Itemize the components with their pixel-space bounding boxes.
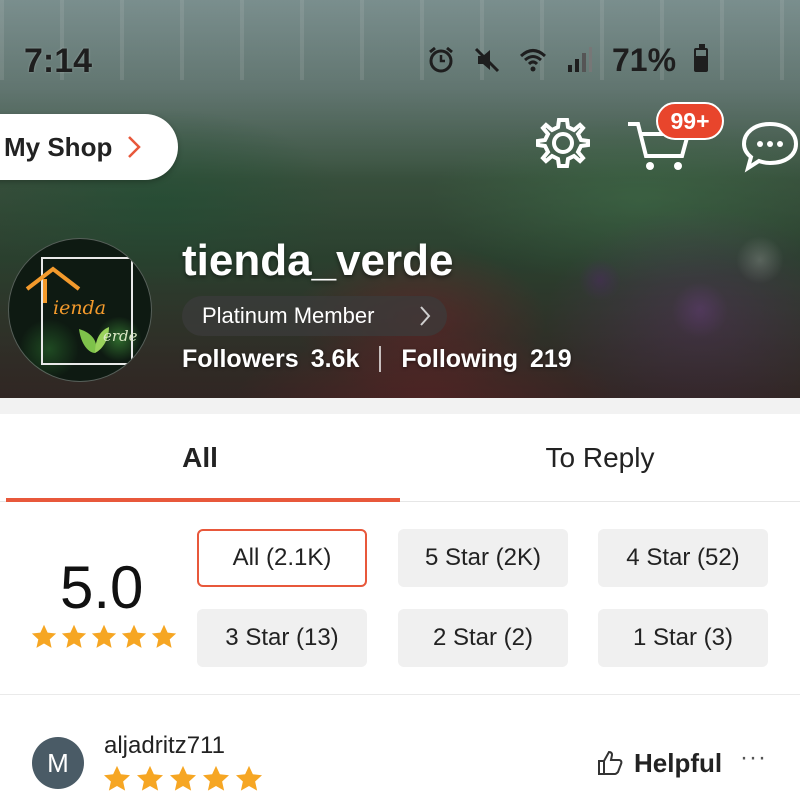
star-icon [137,765,163,791]
wifi-icon [519,49,547,72]
chevron-right-icon [128,136,142,158]
cart-badge: 99+ [656,102,724,140]
star-icon [236,765,262,791]
status-time: 7:14 [24,42,93,80]
followers-count: 3.6k [310,344,360,373]
logo-text-bottom: erde [103,327,138,345]
helpful-label: Helpful [634,747,723,778]
more-options-button[interactable]: ··· [740,744,767,772]
review-tabs: All To Reply [0,414,800,502]
membership-badge[interactable]: Platinum Member [182,296,447,336]
thumbs-up-icon [598,750,623,775]
review-stars [102,764,264,794]
section-divider [0,398,800,414]
my-shop-button[interactable]: My Shop [0,114,178,180]
membership-label: Platinum Member [202,303,375,328]
star-icon [170,765,196,791]
filter-3-star[interactable]: 3 Star (13) [197,609,367,667]
rating-stars [30,623,178,651]
battery-icon [694,44,709,72]
alarm-icon [429,46,453,73]
status-bar: 7:14 71% [0,0,800,118]
star-icon [61,624,87,648]
filter-2-star[interactable]: 2 Star (2) [398,609,568,667]
chevron-right-icon [420,306,431,326]
gear-icon[interactable] [534,114,592,172]
following-label: Following [401,344,518,373]
tab-to-reply[interactable]: To Reply [400,414,800,501]
my-shop-label: My Shop [4,131,113,162]
star-icon [121,624,147,648]
filter-1-star[interactable]: 1 Star (3) [598,609,768,667]
star-icon [151,624,177,648]
reviewer-avatar[interactable]: M [32,737,84,789]
rating-score: 5.0 [60,554,144,621]
tab-all[interactable]: All [0,414,400,502]
star-icon [31,624,57,648]
star-icon [203,765,229,791]
rating-summary: 5.0 All (2.1K) 5 Star (2K) 4 Star (52) 3… [0,503,800,695]
star-icon [104,765,130,791]
shop-avatar[interactable]: ienda erde [8,238,152,382]
followers-label: Followers [182,344,299,373]
filter-all[interactable]: All (2.1K) [197,529,367,587]
logo-text-top: ienda [53,297,107,319]
filter-4-star[interactable]: 4 Star (52) [598,529,768,587]
battery-percent: 71% [612,41,677,78]
shop-stats: Followers 3.6k Following 219 [182,342,572,376]
filter-5-star[interactable]: 5 Star (2K) [398,529,568,587]
star-icon [91,624,117,648]
stats-divider [379,346,382,372]
mute-icon [474,47,500,73]
status-icons: 71% [426,41,709,78]
reviewer-username: aljadritz711 [104,732,225,759]
signal-icon [568,47,592,72]
shop-name: tienda_verde [182,236,454,285]
helpful-button[interactable]: Helpful [596,746,722,780]
chat-icon[interactable] [740,118,800,174]
following-count: 219 [530,344,572,373]
